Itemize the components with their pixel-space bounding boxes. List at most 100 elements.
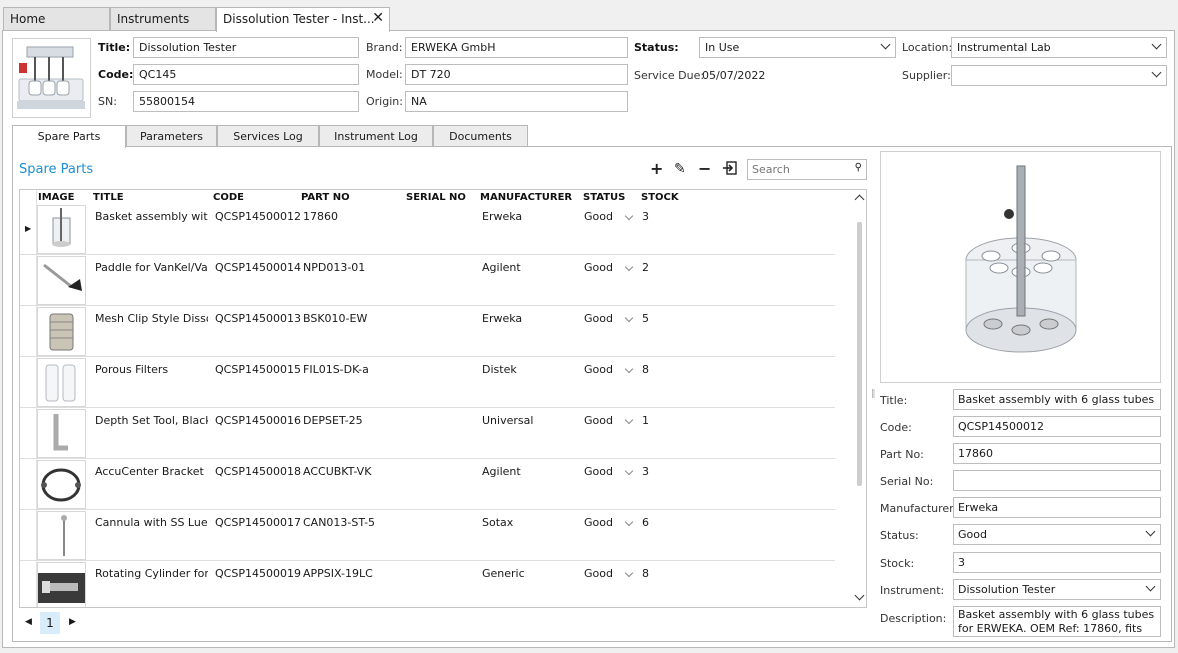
prev-page-icon[interactable]: ◀	[25, 617, 32, 627]
title-field[interactable]: Dissolution Tester	[133, 37, 359, 58]
detail-instrument-label: Instrument:	[880, 584, 945, 597]
cell-code: QCSP14500012	[215, 210, 301, 223]
tab-instruments[interactable]: Instruments	[110, 7, 216, 31]
cell-status: Good	[584, 516, 613, 529]
cell-code: QCSP14500019	[215, 567, 301, 580]
sn-field[interactable]: 55800154	[133, 91, 359, 112]
spare-parts-heading: Spare Parts	[19, 162, 94, 177]
tab-dissolution-tester[interactable]: Dissolution Tester - Inst... ✕	[216, 7, 390, 32]
table-row[interactable]: AccuCenter Bracket QCSP14500018 ACCUBKT-VK…	[20, 459, 835, 510]
detail-serial-no-label: Serial No:	[880, 475, 934, 488]
chevron-down-icon[interactable]	[624, 415, 634, 425]
cell-part-no: ACCUBKT-VK	[303, 465, 372, 478]
detail-code-field[interactable]: QCSP14500012	[953, 416, 1161, 437]
cell-title: Basket assembly with 6 glass tubes	[95, 210, 208, 223]
tab-parameters[interactable]: Parameters	[126, 125, 217, 147]
model-field[interactable]: DT 720	[405, 64, 628, 85]
supplier-select[interactable]	[951, 65, 1167, 86]
chevron-down-icon[interactable]	[624, 466, 634, 476]
chevron-down-icon[interactable]	[624, 517, 634, 527]
chevron-down-icon[interactable]	[624, 211, 634, 221]
location-select[interactable]: Instrumental Lab	[951, 37, 1167, 58]
cell-manufacturer: Erweka	[482, 210, 523, 223]
detail-instrument-select[interactable]: Dissolution Tester	[953, 579, 1161, 600]
cell-stock: 3	[642, 465, 649, 478]
detail-title-field[interactable]: Basket assembly with 6 glass tubes	[953, 389, 1161, 410]
detail-description-field[interactable]: Basket assembly with 6 glass tubes for E…	[953, 606, 1161, 637]
service-due-label: Service Due:	[634, 69, 705, 82]
service-due-value: 05/07/2022	[702, 69, 766, 82]
chevron-down-icon[interactable]	[624, 262, 634, 272]
vertical-scrollbar[interactable]	[854, 190, 866, 607]
cell-stock: 8	[642, 363, 649, 376]
cell-status: Good	[584, 210, 613, 223]
chevron-down-icon[interactable]	[624, 313, 634, 323]
model-label: Model:	[366, 68, 403, 81]
tab-label: Dissolution Tester - Inst...	[223, 12, 375, 26]
cell-stock: 8	[642, 567, 649, 580]
detail-part-no-field[interactable]: 17860	[953, 443, 1161, 464]
cell-code: QCSP14500013	[215, 312, 301, 325]
origin-field[interactable]: NA	[405, 91, 628, 112]
tab-services-log[interactable]: Services Log	[217, 125, 319, 147]
detail-stock-field[interactable]: 3	[953, 552, 1161, 573]
page-number[interactable]: 1	[40, 612, 60, 634]
tab-label: Documents	[449, 130, 512, 143]
close-icon[interactable]: ✕	[372, 10, 384, 26]
cell-stock: 3	[642, 210, 649, 223]
table-row[interactable]: Rotating Cylinder for Transdermal QCSP145…	[20, 561, 835, 607]
cell-title: Mesh Clip Style Dissolution Basket	[95, 312, 208, 325]
status-select[interactable]: In Use	[699, 37, 896, 58]
search-box: ⚲	[747, 159, 867, 180]
sn-label: SN:	[98, 95, 117, 108]
cell-stock: 5	[642, 312, 649, 325]
spare-parts-table: ▶ Basket assembly with 6 glass tubes QCSP1…	[19, 189, 867, 608]
detail-status-select[interactable]: Good	[953, 524, 1161, 545]
cell-code: QCSP14500014	[215, 261, 301, 274]
scroll-down-icon[interactable]	[854, 590, 865, 601]
tab-label: Parameters	[140, 130, 203, 143]
table-row[interactable]: Mesh Clip Style Dissolution Basket QCSP14…	[20, 306, 835, 357]
part-thumbnail	[37, 511, 86, 560]
part-thumbnail	[37, 358, 86, 407]
table-row[interactable]: Paddle for VanKel/Varian QCSP14500014NPD0…	[20, 255, 835, 306]
tab-spare-parts[interactable]: Spare Parts	[12, 125, 126, 148]
cell-status: Good	[584, 567, 613, 580]
search-input[interactable]	[748, 160, 848, 179]
search-icon[interactable]: ⚲	[855, 162, 862, 173]
scroll-up-icon[interactable]	[854, 194, 865, 205]
brand-field[interactable]: ERWEKA GmbH	[405, 37, 628, 58]
scrollbar-thumb[interactable]	[857, 222, 862, 486]
detail-code-label: Code:	[880, 421, 912, 434]
cell-title: AccuCenter Bracket	[95, 465, 204, 478]
detail-manufacturer-field[interactable]: Erweka	[953, 497, 1161, 518]
table-row[interactable]: ▶ Basket assembly with 6 glass tubes QCSP1…	[20, 204, 835, 255]
cell-code: QCSP14500015	[215, 363, 301, 376]
table-row[interactable]: Depth Set Tool, Black Anodized QCSP145000…	[20, 408, 835, 459]
edit-icon[interactable]: ✎	[674, 161, 686, 177]
status-value: In Use	[705, 41, 740, 54]
next-page-icon[interactable]: ▶	[69, 617, 76, 627]
splitter-handle[interactable]: ‖	[871, 389, 876, 399]
tab-label: Home	[10, 12, 46, 26]
cell-part-no: BSK010-EW	[303, 312, 368, 325]
detail-title-label: Title:	[880, 394, 908, 407]
basket-assembly-image	[965, 165, 1077, 353]
code-label: Code:	[98, 68, 134, 81]
origin-label: Origin:	[366, 95, 403, 108]
table-row[interactable]: Porous Filters QCSP14500015 FIL01S-DK-a Dis…	[20, 357, 835, 408]
export-icon[interactable]	[723, 161, 737, 178]
part-thumbnail	[37, 460, 86, 509]
tab-instrument-log[interactable]: Instrument Log	[319, 125, 433, 147]
detail-serial-no-field[interactable]	[953, 470, 1161, 491]
chevron-down-icon	[1151, 39, 1162, 50]
table-row[interactable]: Cannula with SS Luer Lock QCSP14500017CAN…	[20, 510, 835, 561]
remove-icon[interactable]: −	[698, 161, 711, 177]
cell-manufacturer: Agilent	[482, 261, 521, 274]
add-icon[interactable]: +	[650, 161, 663, 177]
chevron-down-icon[interactable]	[624, 364, 634, 374]
tab-home[interactable]: Home	[3, 7, 110, 31]
code-field[interactable]: QC145	[133, 64, 359, 85]
tab-documents[interactable]: Documents	[433, 125, 528, 147]
chevron-down-icon[interactable]	[624, 568, 634, 578]
